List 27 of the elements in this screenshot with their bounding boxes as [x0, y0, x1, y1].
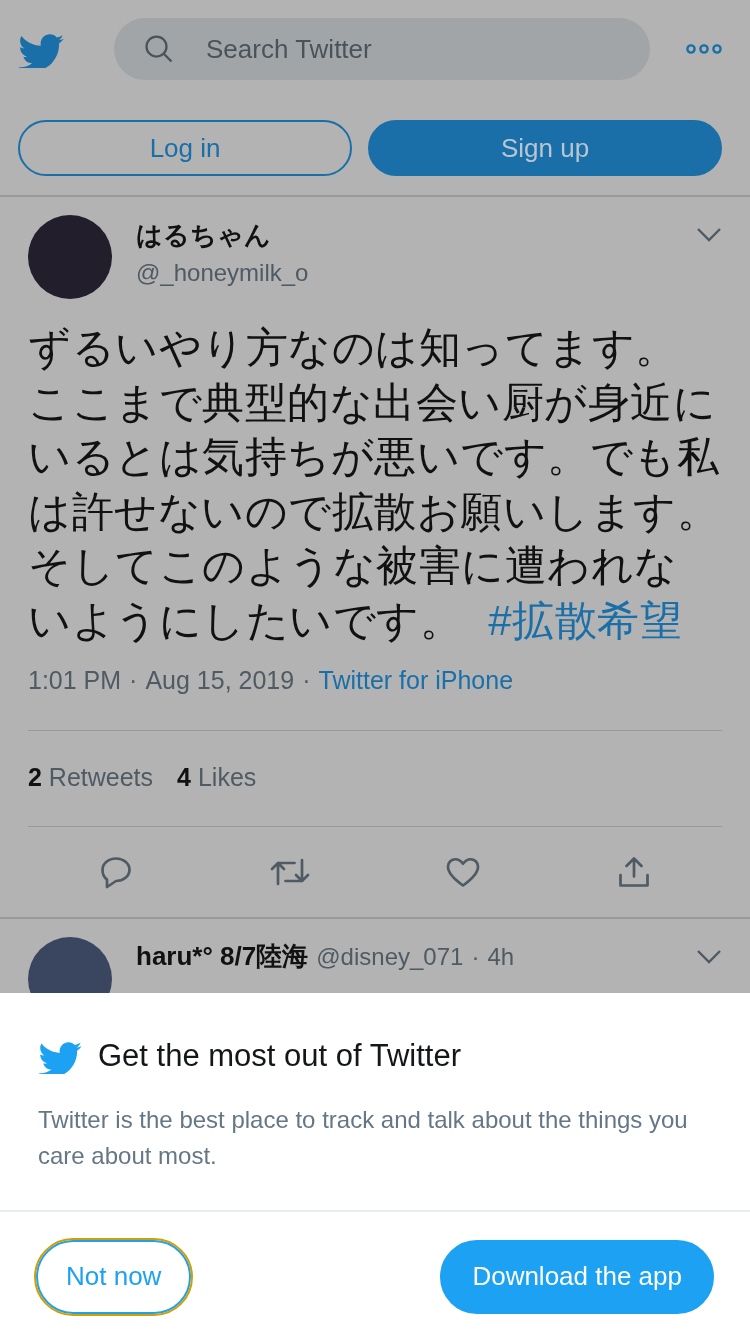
reply-author-handle: @disney_071: [316, 941, 464, 972]
separator: ·: [302, 665, 311, 696]
separator: ·: [471, 941, 480, 972]
separator: ·: [129, 665, 138, 696]
chevron-icon[interactable]: [696, 948, 722, 965]
download-app-button[interactable]: Download the app: [440, 1239, 714, 1314]
source-link[interactable]: Twitter for iPhone: [318, 662, 514, 700]
more-icon[interactable]: [686, 43, 722, 55]
chevron-icon[interactable]: [696, 227, 722, 243]
reply-author-name: haru*° 8/7陸海: [136, 940, 309, 973]
prompt-title: Get the most out of Twitter: [98, 1037, 461, 1075]
not-now-button[interactable]: Not now: [36, 1239, 192, 1314]
stat-count: 4 Likes: [177, 761, 257, 793]
author-handle: @_honeymilk_o: [136, 257, 310, 288]
tweet-text: ずるいやり方なのは知ってます。 ここまで典型的な出会い厨が身近に いるとは気持ちが悪いです。でも私 は許せないので拡散お願いします。 そしてこのような被害に遭われな いようにしたいです。 #拡散希望: [28, 323, 720, 646]
tweet-time: 1:01 PM: [28, 665, 122, 696]
reply-time: 4h: [487, 941, 516, 972]
sign-up-button[interactable]: Sign up: [368, 120, 722, 176]
tweet-date: Aug 15, 2019: [145, 665, 295, 696]
hashtag-link[interactable]: #拡散希望: [488, 596, 683, 644]
reply-icon[interactable]: [98, 854, 134, 890]
search-icon: [144, 34, 174, 64]
stat-count: 2 Retweets: [28, 761, 154, 793]
log-in-button[interactable]: Log in: [18, 120, 353, 176]
search-field[interactable]: Search Twitter: [114, 18, 650, 80]
author-name: はるちゃん: [136, 218, 272, 252]
prompt-text: Twitter is the best place to track and talk about the things you care about most.: [38, 1104, 689, 1171]
